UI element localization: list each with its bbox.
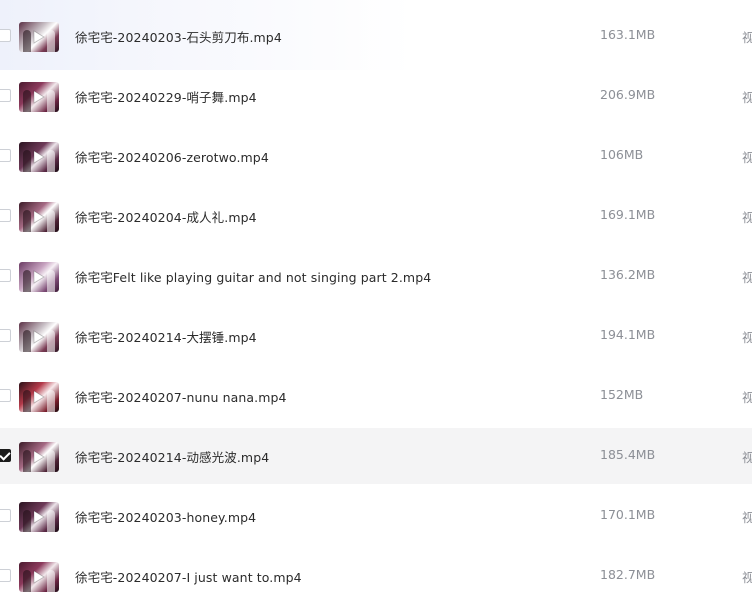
file-size: 170.1MB <box>600 507 656 522</box>
video-thumbnail[interactable] <box>19 562 59 592</box>
file-size: 206.9MB <box>600 87 656 102</box>
file-row[interactable]: 徐宅宅-20240204-成人礼.mp4 169.1MB 视 <box>0 188 752 244</box>
play-icon <box>33 510 45 524</box>
file-name[interactable]: 徐宅宅-20240206-zerotwo.mp4 <box>75 147 269 166</box>
file-row[interactable]: 徐宅宅-20240229-哨子舞.mp4 206.9MB 视 <box>0 68 752 124</box>
row-checkbox[interactable] <box>0 149 11 162</box>
file-name[interactable]: 徐宅宅-20240207-nunu nana.mp4 <box>75 387 287 406</box>
file-row[interactable]: 徐宅宅-20240207-I just want to.mp4 182.7MB … <box>0 548 752 604</box>
row-checkbox[interactable] <box>0 329 11 342</box>
row-checkbox[interactable] <box>0 29 11 42</box>
file-name[interactable]: 徐宅宅Felt like playing guitar and not sing… <box>75 267 431 286</box>
file-row-selected[interactable]: 徐宅宅-20240214-动感光波.mp4 185.4MB 视 <box>0 428 752 484</box>
video-thumbnail[interactable] <box>19 22 59 52</box>
file-size: 106MB <box>600 147 644 162</box>
file-size: 163.1MB <box>600 27 656 42</box>
play-icon <box>33 270 45 284</box>
row-checkbox[interactable] <box>0 569 11 582</box>
row-checkbox[interactable] <box>0 89 11 102</box>
row-checkbox-checked[interactable] <box>0 449 11 462</box>
row-checkbox[interactable] <box>0 509 11 522</box>
file-type: 视 <box>742 270 752 285</box>
file-list: 徐宅宅-20240203-石头剪刀布.mp4 163.1MB 视 徐宅宅-202… <box>0 8 752 608</box>
file-type: 视 <box>742 390 752 405</box>
row-checkbox[interactable] <box>0 389 11 402</box>
file-name[interactable]: 徐宅宅-20240214-大摆锤.mp4 <box>75 327 257 346</box>
file-type: 视 <box>742 510 752 525</box>
file-type: 视 <box>742 330 752 345</box>
file-type: 视 <box>742 30 752 45</box>
file-type: 视 <box>742 150 752 165</box>
file-type: 视 <box>742 210 752 225</box>
video-thumbnail[interactable] <box>19 82 59 112</box>
video-thumbnail[interactable] <box>19 142 59 172</box>
file-name[interactable]: 徐宅宅-20240207-I just want to.mp4 <box>75 567 302 586</box>
play-icon <box>33 210 45 224</box>
video-thumbnail[interactable] <box>19 322 59 352</box>
file-row[interactable]: 徐宅宅-20240203-石头剪刀布.mp4 163.1MB 视 <box>0 8 752 64</box>
file-type: 视 <box>742 570 752 585</box>
video-thumbnail[interactable] <box>19 382 59 412</box>
video-thumbnail[interactable] <box>19 262 59 292</box>
play-icon <box>33 90 45 104</box>
play-icon <box>33 570 45 584</box>
file-name[interactable]: 徐宅宅-20240214-动感光波.mp4 <box>75 447 269 466</box>
row-checkbox[interactable] <box>0 269 11 282</box>
file-type: 视 <box>742 450 752 465</box>
file-size: 182.7MB <box>600 567 656 582</box>
file-size: 152MB <box>600 387 644 402</box>
file-row[interactable]: 徐宅宅-20240214-大摆锤.mp4 194.1MB 视 <box>0 308 752 364</box>
play-icon <box>33 450 45 464</box>
file-type: 视 <box>742 90 752 105</box>
file-size: 194.1MB <box>600 327 656 342</box>
play-icon <box>33 330 45 344</box>
play-icon <box>33 150 45 164</box>
file-size: 169.1MB <box>600 207 656 222</box>
play-icon <box>33 390 45 404</box>
file-row[interactable]: 徐宅宅-20240203-honey.mp4 170.1MB 视 <box>0 488 752 544</box>
video-thumbnail[interactable] <box>19 442 59 472</box>
file-name[interactable]: 徐宅宅-20240203-honey.mp4 <box>75 507 256 526</box>
file-row[interactable]: 徐宅宅-20240207-nunu nana.mp4 152MB 视 <box>0 368 752 424</box>
file-size: 136.2MB <box>600 267 656 282</box>
video-thumbnail[interactable] <box>19 502 59 532</box>
file-row[interactable]: 徐宅宅-20240206-zerotwo.mp4 106MB 视 <box>0 128 752 184</box>
file-name[interactable]: 徐宅宅-20240203-石头剪刀布.mp4 <box>75 27 282 46</box>
row-checkbox[interactable] <box>0 209 11 222</box>
file-size: 185.4MB <box>600 447 656 462</box>
video-thumbnail[interactable] <box>19 202 59 232</box>
file-row[interactable]: 徐宅宅Felt like playing guitar and not sing… <box>0 248 752 304</box>
file-name[interactable]: 徐宅宅-20240204-成人礼.mp4 <box>75 207 257 226</box>
file-name[interactable]: 徐宅宅-20240229-哨子舞.mp4 <box>75 87 257 106</box>
play-icon <box>33 30 45 44</box>
